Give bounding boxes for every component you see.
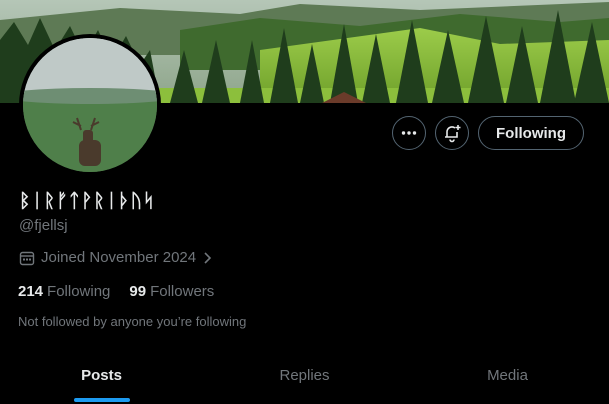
more-button[interactable] xyxy=(392,116,427,150)
calendar-icon xyxy=(19,251,35,265)
followers-label: Followers xyxy=(150,283,215,300)
avatar[interactable] xyxy=(23,38,157,172)
following-count: 214 xyxy=(18,283,44,300)
notifications-button[interactable] xyxy=(435,116,470,150)
tab-posts[interactable]: Posts xyxy=(0,346,203,404)
active-tab-indicator xyxy=(73,398,130,402)
more-icon xyxy=(401,131,417,135)
tab-posts-label: Posts xyxy=(81,367,122,384)
followers-stat[interactable]: 99 Followers xyxy=(129,283,214,300)
tab-replies-label: Replies xyxy=(279,367,330,384)
profile-tabs: Posts Replies Media xyxy=(0,346,609,404)
handle: @fjellsj xyxy=(19,217,68,234)
following-button[interactable]: Following xyxy=(478,116,584,150)
tab-media-label: Media xyxy=(487,367,528,384)
joined-date: Joined November 2024 xyxy=(41,249,197,266)
display-name: ᛒᛁᚱᚠᛏᚹᚱᛁᚦᚢᛋ xyxy=(19,190,156,212)
joined-row[interactable]: Joined November 2024 xyxy=(19,249,214,266)
tab-media[interactable]: Media xyxy=(406,346,609,404)
chevron-right-icon xyxy=(204,251,212,264)
profile-actions: Following xyxy=(392,116,584,150)
follow-stats: 214 Following 99 Followers xyxy=(18,283,214,300)
followed-by-note: Not followed by anyone you’re following xyxy=(18,314,247,329)
tab-replies[interactable]: Replies xyxy=(203,346,406,404)
followers-count: 99 xyxy=(129,283,147,300)
avatar-border[interactable] xyxy=(19,34,161,176)
avatar-deer-image xyxy=(23,38,157,172)
bell-plus-icon xyxy=(445,125,461,143)
following-stat[interactable]: 214 Following xyxy=(18,283,110,300)
following-label: Following xyxy=(47,283,111,300)
